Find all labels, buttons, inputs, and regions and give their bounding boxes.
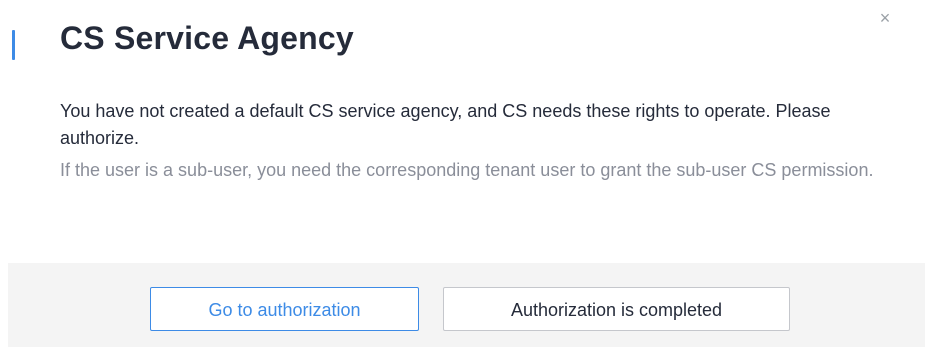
dialog-footer: Go to authorization Authorization is com… [8,263,925,347]
go-to-authorization-button[interactable]: Go to authorization [150,287,419,331]
dialog-body: You have not created a default CS servic… [60,98,880,184]
sub-user-note: If the user is a sub-user, you need the … [60,160,874,180]
close-icon[interactable]: × [875,8,895,28]
cs-service-agency-dialog: × CS Service Agency You have not created… [0,0,925,347]
authorization-completed-button[interactable]: Authorization is completed [443,287,790,331]
dialog-title: CS Service Agency [60,20,354,56]
authorization-message: You have not created a default CS servic… [60,101,831,148]
title-accent-bar [12,30,15,60]
